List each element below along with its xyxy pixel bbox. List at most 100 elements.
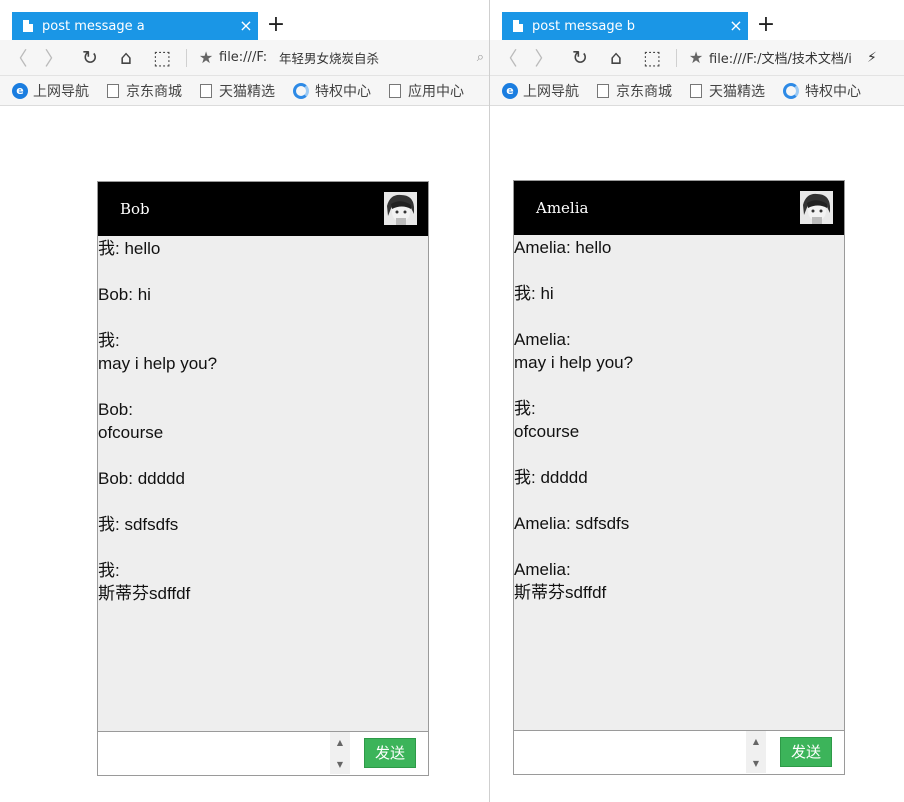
tab-bar: post message a × + (0, 0, 490, 40)
bookmark-item[interactable]: e 上网导航 (502, 81, 579, 101)
browser-window-b: post message b × + 〈 〉 ↻ ⌂ ⬚ ★ file:///F… (490, 0, 904, 802)
bookmark-item[interactable]: 特权中心 (293, 81, 371, 101)
document-icon (513, 20, 523, 32)
scroll-up-icon[interactable]: ▲ (746, 735, 766, 749)
scroll-down-icon[interactable]: ▼ (746, 757, 766, 771)
close-tab-icon[interactable]: × (234, 12, 258, 40)
chat-panel: Amelia Amelia: hello 我: hi Amelia: may i… (513, 180, 845, 775)
bookmark-item[interactable]: e 上网导航 (12, 81, 89, 101)
composer: ▲ ▼ 发送 (514, 730, 844, 774)
scroll-down-icon[interactable]: ▼ (330, 758, 350, 772)
message: 我: sdfsdfs (98, 515, 179, 534)
message: Bob: hi (98, 285, 151, 304)
chat-header: Amelia (514, 181, 844, 235)
bookmarks-bar: e 上网导航 京东商城 天猫精选 特权中心 应用中心 (0, 76, 490, 106)
page-icon (690, 83, 702, 98)
bookmark-label: 上网导航 (33, 83, 89, 100)
bookmark-label: 上网导航 (523, 83, 579, 100)
bookmark-label: 京东商城 (126, 83, 182, 100)
bookmark-item[interactable]: 京东商城 (107, 81, 182, 101)
reading-view-icon[interactable]: ⬚ (144, 40, 180, 76)
avatar (384, 192, 417, 225)
bookmark-item[interactable]: 应用中心 (389, 81, 464, 101)
send-button[interactable]: 发送 (780, 737, 832, 767)
home-icon[interactable]: ⌂ (108, 40, 144, 76)
message-list: Amelia: hello 我: hi Amelia: may i help y… (514, 235, 844, 731)
tab-bar: post message b × + (490, 0, 904, 40)
page-icon (597, 83, 609, 98)
message: Bob: ddddd (98, 469, 185, 488)
favorite-star-icon[interactable]: ★ (683, 48, 709, 67)
send-button[interactable]: 发送 (364, 738, 416, 768)
contact-name: Amelia (536, 199, 589, 217)
message: 我: ofcourse (514, 399, 580, 441)
message: 我: may i help you? (98, 331, 218, 373)
reading-view-icon[interactable]: ⬚ (634, 40, 670, 76)
message-input[interactable] (98, 732, 330, 774)
address-input[interactable]: file:///F:/文档/技术文档/i (709, 48, 861, 67)
close-tab-icon[interactable]: × (724, 12, 748, 40)
lightning-icon[interactable]: ⚡ (867, 50, 877, 66)
privilege-icon (783, 82, 799, 99)
bookmark-label: 应用中心 (408, 83, 464, 100)
new-tab-button[interactable]: + (266, 12, 286, 40)
page-icon (107, 83, 119, 98)
back-icon[interactable]: 〈 (490, 40, 526, 76)
bookmarks-bar: e 上网导航 京东商城 天猫精选 特权中心 (490, 76, 904, 106)
chat-panel: Bob 我: hello Bob: hi 我: may i help you? … (97, 181, 429, 776)
search-suggestion[interactable]: 年轻男女烧炭自杀 (279, 48, 379, 67)
bookmark-item[interactable]: 天猫精选 (200, 81, 275, 101)
forward-icon[interactable]: 〉 (36, 40, 72, 76)
ie-icon: e (502, 82, 518, 99)
message: 我: hello (98, 239, 161, 258)
address-input[interactable]: file:///F: (219, 50, 271, 65)
refresh-icon[interactable]: ↻ (72, 40, 108, 76)
message: Amelia: may i help you? (514, 330, 634, 372)
tab-title: post message b (532, 18, 636, 34)
document-icon (23, 20, 33, 32)
chat-header: Bob (98, 182, 428, 236)
nav-separator (676, 48, 677, 67)
message-list: 我: hello Bob: hi 我: may i help you? Bob:… (98, 236, 428, 732)
message: Bob: ofcourse (98, 400, 164, 442)
bookmark-item[interactable]: 天猫精选 (690, 81, 765, 101)
page-icon (200, 83, 212, 98)
tab-post-message-b[interactable]: post message b × (502, 12, 748, 40)
favorite-star-icon[interactable]: ★ (193, 48, 219, 67)
message: 我: ddddd (514, 468, 588, 487)
nav-separator (186, 48, 187, 67)
bookmark-item[interactable]: 京东商城 (597, 81, 672, 101)
bookmark-label: 京东商城 (616, 83, 672, 100)
message: Amelia: hello (514, 238, 612, 257)
back-icon[interactable]: 〈 (0, 40, 36, 76)
bookmark-label: 天猫精选 (709, 83, 765, 100)
bookmark-label: 天猫精选 (219, 83, 275, 100)
new-tab-button[interactable]: + (756, 12, 776, 40)
message: 我: 斯蒂芬sdffdf (98, 561, 191, 603)
search-icon[interactable]: ⌕ (477, 50, 484, 65)
input-scrollbar[interactable]: ▲ ▼ (330, 732, 350, 774)
nav-bar: 〈 〉 ↻ ⌂ ⬚ ★ file:///F:/文档/技术文档/i ⚡ (490, 40, 904, 76)
page-icon (389, 83, 401, 98)
refresh-icon[interactable]: ↻ (562, 40, 598, 76)
nav-bar: 〈 〉 ↻ ⌂ ⬚ ★ file:///F: 年轻男女烧炭自杀 ⌕ (0, 40, 490, 76)
message: Amelia: sdfsdfs (514, 514, 630, 533)
bookmark-label: 特权中心 (315, 83, 371, 100)
bookmark-label: 特权中心 (805, 83, 861, 100)
composer: ▲ ▼ 发送 (98, 731, 428, 775)
tab-title: post message a (42, 18, 145, 34)
bookmark-item[interactable]: 特权中心 (783, 81, 861, 101)
browser-window-a: post message a × + 〈 〉 ↻ ⌂ ⬚ ★ file:///F… (0, 0, 490, 802)
message-input[interactable] (514, 731, 746, 773)
avatar (800, 191, 833, 224)
message: 我: hi (514, 284, 554, 303)
forward-icon[interactable]: 〉 (526, 40, 562, 76)
scroll-up-icon[interactable]: ▲ (330, 736, 350, 750)
input-scrollbar[interactable]: ▲ ▼ (746, 731, 766, 773)
contact-name: Bob (120, 200, 150, 218)
ie-icon: e (12, 82, 28, 99)
tab-post-message-a[interactable]: post message a × (12, 12, 258, 40)
message: Amelia: 斯蒂芬sdffdf (514, 560, 607, 602)
home-icon[interactable]: ⌂ (598, 40, 634, 76)
privilege-icon (293, 82, 309, 99)
